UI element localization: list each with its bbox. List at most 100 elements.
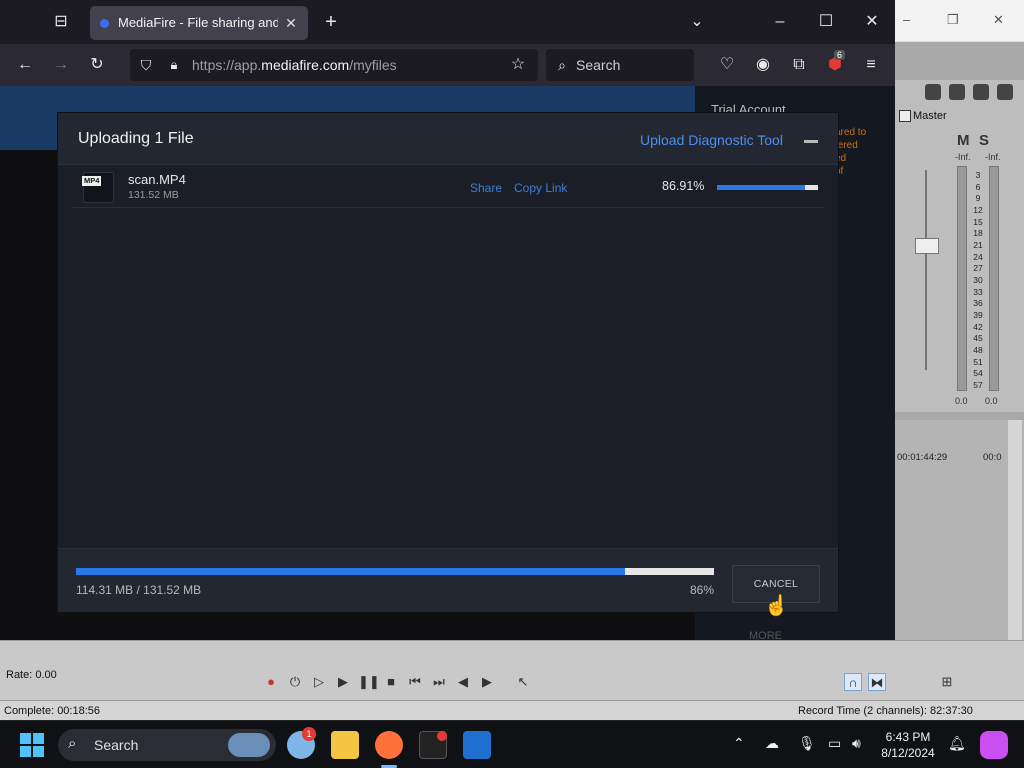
file-explorer-icon[interactable]	[331, 731, 359, 759]
mixer-tool-icon[interactable]	[997, 84, 1013, 100]
stop-button[interactable]: ■	[382, 673, 400, 691]
file-type-tag: MP4	[82, 176, 102, 186]
meter-scale-tick: 39	[973, 309, 983, 320]
close-window-icon[interactable]: ✕	[860, 10, 884, 34]
pocket-icon[interactable]: ♡	[715, 53, 739, 77]
minimize-modal-icon[interactable]	[804, 140, 818, 143]
vegas-icon[interactable]	[463, 731, 491, 759]
meter-scale-tick: 6	[975, 181, 981, 192]
play-from-start-button[interactable]: ▷	[310, 673, 328, 691]
go-to-end-button[interactable]: ⏭	[430, 673, 448, 691]
meter-scale-tick: 9	[975, 193, 981, 204]
taskbar-clock[interactable]: 6:43 PM 8/12/2024	[880, 729, 936, 761]
pause-button[interactable]: ❚❚	[358, 673, 380, 691]
more-link[interactable]: MORE	[749, 630, 782, 642]
bg-restore-button[interactable]: ❐	[947, 12, 959, 28]
master-checkbox[interactable]	[899, 110, 911, 122]
background-app-titlebar: – ❐ ✕	[895, 0, 1024, 42]
auto-ripple-icon[interactable]: ⧓	[868, 673, 886, 691]
next-frame-button[interactable]: ▶	[478, 673, 496, 691]
taskbar-search-label: Search	[94, 737, 139, 753]
tab-title: MediaFire - File sharing and sto	[118, 15, 278, 30]
meter-right-value: 0.0	[985, 396, 998, 406]
meter-scale-tick: 36	[973, 298, 983, 309]
star-icon[interactable]: ☆	[506, 53, 530, 77]
mediafire-favicon-icon	[100, 19, 109, 28]
windows-taskbar: ⌕ Search 1 ⌃ ☁ 🎙︎ ▭ 🔊︎ 6:43 PM 8/12/2024…	[0, 720, 1024, 768]
loop-button[interactable]: ⏻	[286, 673, 304, 691]
timeline-area: 00:01:44:29 00:0	[895, 420, 1024, 640]
lock-envelopes-icon[interactable]: ⊞	[938, 673, 956, 691]
upload-diagnostic-link[interactable]: Upload Diagnostic Tool	[640, 132, 783, 148]
new-tab-icon[interactable]: +	[319, 10, 343, 34]
microphone-icon[interactable]: 🎙︎	[798, 735, 816, 752]
mute-button[interactable]: M	[957, 132, 970, 149]
firefox-icon[interactable]	[375, 731, 403, 759]
start-button[interactable]	[20, 733, 44, 757]
shield-icon[interactable]: ⛉	[134, 53, 158, 77]
meter-scale-tick: 57	[973, 379, 983, 390]
menu-icon[interactable]: ≡	[859, 53, 883, 77]
record-button[interactable]: ●	[262, 673, 280, 691]
address-bar[interactable]: ⛉ 🔒︎ https://app.mediafire.com/myfiles ☆	[130, 49, 538, 81]
transport-bar: Rate: 0.00 ● ⏻ ▷ ▶ ❚❚ ■ ⏮ ⏭ ◀ ▶ ↖ ∩ ⧓ ⊞	[0, 640, 1024, 700]
status-bar: Complete: 00:18:56 Record Time (2 channe…	[0, 700, 1024, 720]
mixer-settings-icon[interactable]	[925, 84, 941, 100]
minimize-icon[interactable]: –	[768, 10, 792, 34]
meter-scale-tick: 33	[973, 286, 983, 297]
search-input[interactable]: ⌕ Search	[546, 49, 694, 81]
url-text: https://app.mediafire.com/myfiles	[192, 57, 397, 73]
tab-mediafire[interactable]: MediaFire - File sharing and sto ✕	[90, 6, 308, 40]
volume-icon[interactable]: 🔊︎	[852, 735, 861, 752]
modal-header: Uploading 1 File Upload Diagnostic Tool	[58, 113, 838, 165]
tab-list-icon[interactable]: ⊟	[49, 10, 73, 34]
forward-icon[interactable]: →	[49, 53, 73, 77]
meter-scale-tick: 3	[975, 170, 981, 180]
navigation-toolbar: ← → ↻ ⛉ 🔒︎ https://app.mediafire.com/myf…	[0, 44, 895, 86]
chevron-up-icon[interactable]: ⌃	[733, 735, 745, 752]
chevron-down-icon[interactable]: ⌄	[685, 10, 709, 34]
play-button[interactable]: ▶	[334, 673, 352, 691]
maximize-icon[interactable]: ☐	[814, 10, 838, 34]
mixer-tool-icon[interactable]	[949, 84, 965, 100]
notification-bell-icon[interactable]: 🔔︎	[948, 735, 966, 752]
meter-scale-tick: 12	[973, 204, 983, 215]
snapping-icon[interactable]: ∩	[844, 673, 862, 691]
timeline-scrollbar[interactable]	[1008, 420, 1022, 640]
file-size: 131.52 MB	[128, 189, 179, 201]
notification-dot	[437, 731, 447, 741]
meter-scale-tick: 24	[973, 251, 983, 262]
share-link[interactable]: Share	[470, 181, 502, 195]
reload-icon[interactable]: ↻	[85, 53, 109, 77]
lock-icon[interactable]: 🔒︎	[162, 53, 186, 77]
total-transferred: 114.31 MB / 131.52 MB	[76, 583, 202, 597]
close-tab-icon[interactable]: ✕	[282, 14, 300, 32]
record-time: Record Time (2 channels): 82:37:30	[798, 705, 973, 717]
timeline-time-1: 00:01:44:29	[897, 452, 948, 463]
go-to-start-button[interactable]: ⏮	[406, 673, 424, 691]
back-icon[interactable]: ←	[13, 53, 37, 77]
solo-button[interactable]: S	[979, 132, 989, 149]
copy-link-button[interactable]: Copy Link	[514, 181, 567, 195]
meter-scale-tick: 54	[973, 368, 983, 379]
tab-strip: ⊟ MediaFire - File sharing and sto ✕ + ⌄…	[0, 0, 895, 44]
volume-fader[interactable]	[915, 170, 941, 370]
meter-scale-tick: 18	[973, 228, 983, 239]
meter-scale-tick: 51	[973, 356, 983, 367]
bg-minimize-button[interactable]: –	[903, 12, 910, 27]
mixer-tool-icon[interactable]	[973, 84, 989, 100]
clock-date: 8/12/2024	[881, 746, 935, 760]
normal-edit-tool-icon[interactable]: ↖	[514, 673, 532, 691]
prev-frame-button[interactable]: ◀	[454, 673, 472, 691]
copilot-icon[interactable]	[980, 731, 1008, 759]
meter-scale: 3 6 9 12 15 18 21 24 27 30 33 36 39 42 45 48 51 54 57	[969, 170, 987, 391]
extensions-icon[interactable]: ⧉	[787, 53, 811, 77]
search-highlight-icon	[228, 733, 270, 757]
taskbar-search[interactable]: ⌕ Search	[58, 729, 276, 761]
fader-knob[interactable]	[915, 238, 939, 254]
bg-close-button[interactable]: ✕	[993, 12, 1004, 28]
onedrive-icon[interactable]: ☁	[765, 735, 779, 752]
account-icon[interactable]: ◉	[751, 53, 775, 77]
upload-file-row: MP4 scan.MP4 131.52 MB Share Copy Link 8…	[72, 166, 824, 208]
network-icon[interactable]: ▭	[828, 735, 841, 752]
